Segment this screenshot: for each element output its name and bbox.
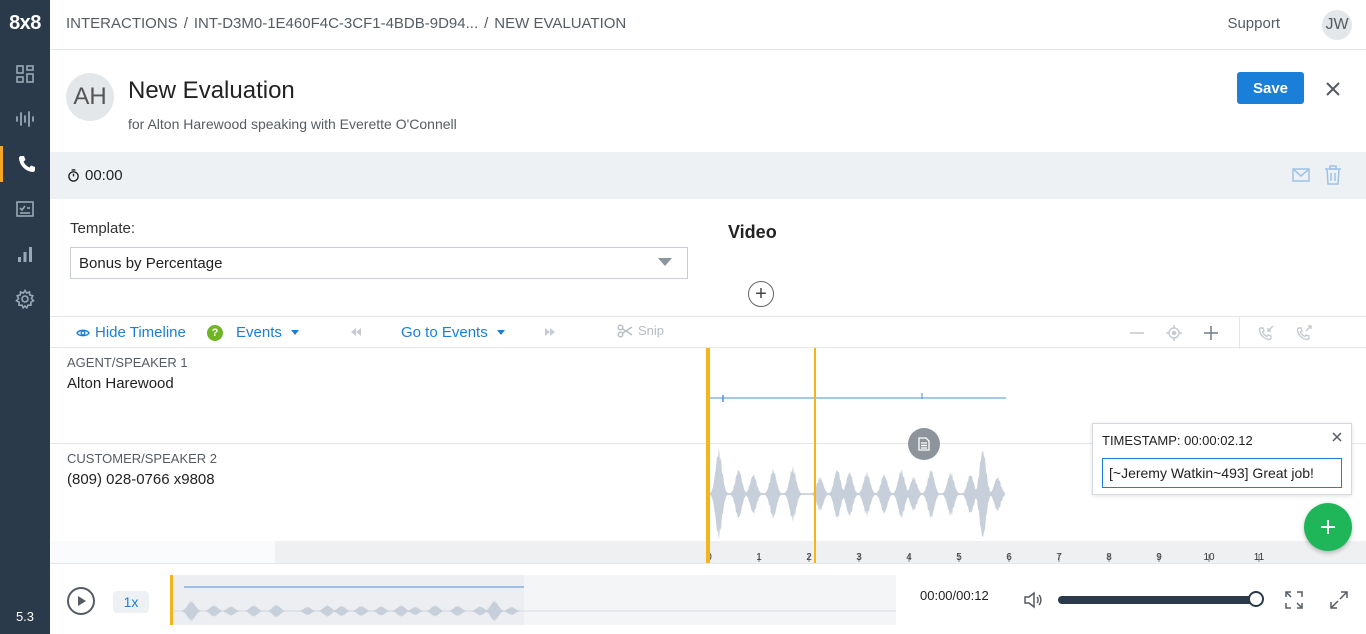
timeline-tick-label: 6 [1006, 552, 1012, 563]
playhead[interactable] [814, 348, 816, 563]
video-section-title: Video [728, 222, 777, 242]
help-icon[interactable]: ? [207, 324, 223, 341]
breadcrumb-interaction-id[interactable]: INT-D3M0-1E460F4C-3CF1-4BDB-9D94... [194, 15, 478, 32]
logo: 8x8 [9, 12, 41, 34]
media-player: 1x 00:00/00:12 [50, 563, 1366, 634]
volume-slider[interactable] [1058, 596, 1256, 604]
zoom-out-icon[interactable] [1128, 324, 1146, 342]
playback-speed-button[interactable]: 1x [113, 591, 149, 613]
incoming-call-icon[interactable] [1257, 324, 1275, 342]
chevron-down-icon[interactable] [658, 258, 672, 266]
speaker-role: AGENT/SPEAKER 1 [67, 355, 188, 370]
fast-forward-icon[interactable] [543, 325, 557, 339]
fullscreen-icon[interactable] [1329, 590, 1349, 610]
mini-timeline[interactable] [170, 575, 896, 625]
events-dropdown[interactable]: ? Events [207, 324, 299, 341]
dashboard-icon[interactable] [0, 56, 50, 92]
version-label: 5.3 [15, 609, 35, 624]
page-subtitle: for Alton Harewood speaking with Everett… [128, 116, 457, 132]
gear-icon[interactable] [0, 281, 50, 317]
page-title: New Evaluation [128, 77, 295, 104]
snip-button[interactable]: Snip [617, 323, 664, 338]
timer-value: 00:00 [85, 167, 123, 184]
close-icon[interactable] [1331, 431, 1343, 443]
user-avatar[interactable]: JW [1322, 10, 1352, 40]
breadcrumb-current: NEW EVALUATION [494, 15, 627, 32]
document-icon [918, 437, 930, 451]
timeline-tick-label: 11 [1254, 552, 1265, 563]
timeline-tick-label: 3 [856, 552, 862, 563]
bar-chart-icon[interactable] [0, 236, 50, 272]
timeline-tick-label: 7 [1056, 552, 1062, 563]
events-label: Events [236, 324, 282, 341]
timeline-tick-label: 4 [906, 552, 912, 563]
scissors-icon [617, 324, 633, 337]
hide-timeline-button[interactable]: Hide Timeline [76, 324, 186, 341]
start-marker[interactable] [706, 348, 710, 563]
timeline-tick-label: 5 [956, 552, 962, 563]
plus-icon [1321, 520, 1335, 534]
timestamp-comment-popup: TIMESTAMP: 00:00:02.12 [~Jeremy Watkin~4… [1092, 423, 1352, 495]
volume-slider-handle[interactable] [1248, 591, 1264, 607]
zoom-in-icon[interactable] [1202, 324, 1220, 342]
comment-input[interactable]: [~Jeremy Watkin~493] Great job! [1102, 458, 1342, 488]
app-root: 8x8 5.3 INTERACTIONS / INT-D3M0-1E460F4C… [0, 0, 1366, 634]
phone-icon[interactable] [0, 146, 50, 182]
timeline-tick-label: 10 [1203, 552, 1215, 563]
template-select[interactable]: Bonus by Percentage [70, 247, 688, 279]
time-readout: 00:00/00:12 [920, 588, 989, 603]
timeline-toolbar: Hide Timeline ? Events Go to Events Snip [50, 316, 1366, 349]
timeline-tick-label: 2 [806, 552, 812, 563]
timeline-tick-label: 9 [1156, 552, 1162, 563]
save-button[interactable]: Save [1237, 72, 1304, 104]
waveform-icon[interactable] [0, 101, 50, 137]
add-comment-button[interactable] [1304, 503, 1352, 551]
timestamp-label: TIMESTAMP: 00:00:02.12 [1102, 433, 1253, 448]
caret-down-icon [496, 330, 505, 335]
go-to-events-dropdown[interactable]: Go to Events [401, 324, 505, 341]
checklist-icon[interactable] [0, 191, 50, 227]
breadcrumb-separator: / [183, 15, 188, 32]
comment-marker-button[interactable] [908, 428, 940, 460]
breadcrumb: INTERACTIONS / INT-D3M0-1E460F4C-3CF1-4B… [66, 15, 626, 32]
rewind-icon[interactable] [349, 325, 363, 339]
add-video-button[interactable]: + [748, 281, 774, 307]
timeline-tick-label: 1 [756, 552, 762, 563]
trash-icon[interactable] [1324, 165, 1342, 185]
snip-label: Snip [638, 323, 665, 338]
top-bar: INTERACTIONS / INT-D3M0-1E460F4C-3CF1-4B… [50, 0, 1366, 50]
play-button[interactable] [67, 587, 95, 615]
customer-waveform [709, 447, 1005, 541]
caret-down-icon [290, 330, 299, 335]
timer-bar: 00:00 [50, 152, 1366, 199]
left-nav: 8x8 5.3 [0, 0, 50, 634]
speaker-name: Alton Harewood [67, 375, 174, 392]
outgoing-call-icon[interactable] [1295, 324, 1313, 342]
ruler-gutter [50, 541, 275, 563]
mail-icon[interactable] [1292, 166, 1310, 184]
hide-timeline-label: Hide Timeline [95, 324, 186, 341]
close-icon[interactable] [1322, 78, 1344, 100]
play-icon [78, 596, 86, 606]
breadcrumb-interactions[interactable]: INTERACTIONS [66, 15, 178, 32]
locate-icon[interactable] [1165, 324, 1183, 342]
template-label: Template: [70, 220, 136, 237]
timeline-tick-label: 8 [1106, 552, 1112, 563]
toolbar-divider [1239, 317, 1240, 349]
breadcrumb-separator: / [484, 15, 489, 32]
stopwatch-icon [68, 169, 79, 182]
agent-avatar: AH [66, 73, 114, 121]
evaluation-timer: 00:00 [67, 167, 123, 184]
go-to-events-label: Go to Events [401, 324, 488, 341]
volume-icon[interactable] [1023, 591, 1043, 609]
speaker-name: (809) 028-0766 x9808 [67, 471, 215, 488]
eye-icon [76, 329, 90, 336]
speaker-role: CUSTOMER/SPEAKER 2 [67, 451, 218, 466]
support-link[interactable]: Support [1227, 15, 1280, 32]
expand-icon[interactable] [1284, 590, 1304, 610]
